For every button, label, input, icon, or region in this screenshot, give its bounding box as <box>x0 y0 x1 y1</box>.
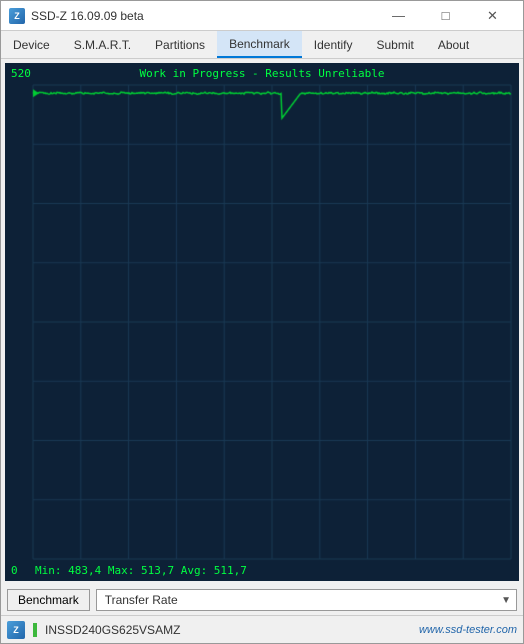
menu-bar: Device S.M.A.R.T. Partitions Benchmark I… <box>1 31 523 59</box>
app-window: Z SSD-Z 16.09.09 beta — □ ✕ Device S.M.A… <box>0 0 524 644</box>
status-bar: Z INSSD240GS625VSAMZ www.ssd-tester.com <box>1 615 523 643</box>
chart-y-max-label: 520 <box>11 67 31 80</box>
benchmark-chart <box>5 63 519 581</box>
website-label: www.ssd-tester.com <box>419 624 517 636</box>
title-bar: Z SSD-Z 16.09.09 beta — □ ✕ <box>1 1 523 31</box>
title-bar-controls: — □ ✕ <box>376 4 515 28</box>
drive-name-label: INSSD240GS625VSAMZ <box>45 623 411 637</box>
bottom-controls: Benchmark Transfer RateIOPSAccess Time ▼ <box>1 585 523 615</box>
menu-item-submit[interactable]: Submit <box>364 31 425 58</box>
dropdown-container: Transfer RateIOPSAccess Time ▼ <box>96 589 517 611</box>
close-button[interactable]: ✕ <box>470 4 515 28</box>
drive-activity-indicator <box>33 623 37 637</box>
chart-y-min-label: 0 <box>11 564 18 577</box>
status-app-icon: Z <box>7 621 25 639</box>
chart-stats: Min: 483,4 Max: 513,7 Avg: 511,7 <box>35 564 247 577</box>
maximize-button[interactable]: □ <box>423 4 468 28</box>
title-bar-left: Z SSD-Z 16.09.09 beta <box>9 8 144 24</box>
menu-item-device[interactable]: Device <box>1 31 62 58</box>
minimize-button[interactable]: — <box>376 4 421 28</box>
menu-item-identify[interactable]: Identify <box>302 31 365 58</box>
window-title: SSD-Z 16.09.09 beta <box>31 9 144 23</box>
transfer-type-dropdown[interactable]: Transfer RateIOPSAccess Time <box>96 589 517 611</box>
main-content: 520 Work in Progress - Results Unreliabl… <box>1 59 523 615</box>
chart-container: 520 Work in Progress - Results Unreliabl… <box>5 63 519 581</box>
menu-item-smart[interactable]: S.M.A.R.T. <box>62 31 143 58</box>
chart-title: Work in Progress - Results Unreliable <box>139 67 384 80</box>
menu-item-benchmark[interactable]: Benchmark <box>217 31 302 58</box>
app-icon: Z <box>9 8 25 24</box>
benchmark-button[interactable]: Benchmark <box>7 589 90 611</box>
menu-item-partitions[interactable]: Partitions <box>143 31 217 58</box>
menu-item-about[interactable]: About <box>426 31 481 58</box>
